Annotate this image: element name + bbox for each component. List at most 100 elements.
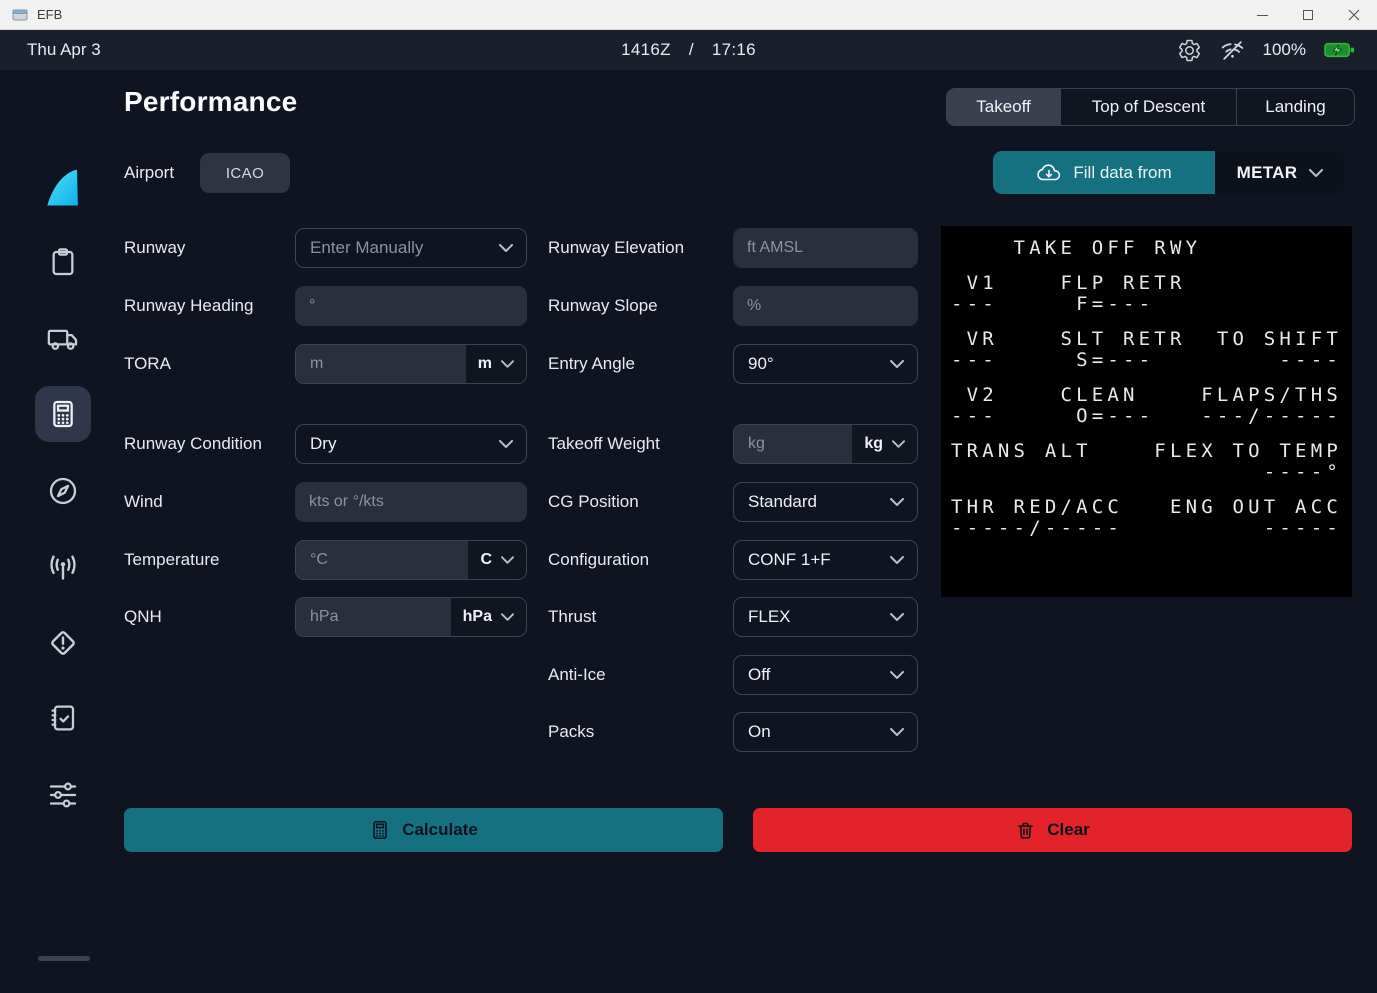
clear-label: Clear: [1047, 820, 1090, 840]
fill-data-label: Fill data from: [1073, 163, 1171, 183]
mcdu-line: --- O=--- ---/-----: [951, 406, 1342, 427]
mcdu-line: --- F=---: [951, 294, 1342, 315]
chevron-down-icon: [890, 613, 904, 621]
takeoff-weight-unit-dropdown[interactable]: kg: [852, 425, 917, 463]
anti-ice-select[interactable]: Off: [733, 655, 918, 695]
sidebar-divider: [38, 956, 90, 961]
qnh-input[interactable]: [296, 598, 451, 636]
temperature-unit-value: C: [480, 551, 492, 569]
runway-condition-value: Dry: [310, 434, 336, 454]
takeoff-weight-unit-value: kg: [864, 435, 883, 453]
chevron-down-icon: [501, 360, 514, 368]
sidebar-item-atc[interactable]: [35, 542, 91, 598]
field-label-thrust: Thrust: [548, 597, 596, 637]
runway-elevation-input[interactable]: [733, 228, 918, 268]
minimize-icon: [1257, 15, 1268, 16]
packs-select[interactable]: On: [733, 712, 918, 752]
field-label-runway-condition: Runway Condition: [124, 424, 262, 464]
takeoff-weight-input[interactable]: [734, 425, 852, 463]
qnh-unit-dropdown[interactable]: hPa: [451, 598, 526, 636]
configuration-value: CONF 1+F: [748, 550, 831, 570]
field-label-temperature: Temperature: [124, 540, 219, 580]
cg-position-select[interactable]: Standard: [733, 482, 918, 522]
cg-position-value: Standard: [748, 492, 817, 512]
mcdu-line: THR RED/ACC ENG OUT ACC: [951, 497, 1342, 518]
chevron-down-icon: [892, 440, 905, 448]
sidebar-item-settings[interactable]: [35, 980, 91, 993]
phase-tabs: Takeoff Top of Descent Landing: [946, 88, 1355, 126]
chevron-down-icon: [890, 360, 904, 368]
temperature-input[interactable]: [296, 541, 468, 579]
chevron-down-icon: [501, 556, 514, 564]
window-title: EFB: [37, 7, 62, 22]
wind-input[interactable]: [295, 482, 527, 522]
cloud-download-icon: [1036, 163, 1062, 183]
chevron-down-icon: [890, 671, 904, 679]
minimize-button[interactable]: [1239, 0, 1285, 30]
utc-time: 1416Z: [621, 40, 671, 59]
checklist-icon: [47, 702, 79, 734]
fill-data-source-dropdown[interactable]: METAR: [1215, 151, 1345, 194]
qnh-unit-value: hPa: [463, 608, 492, 626]
field-label-runway-elevation: Runway Elevation: [548, 228, 684, 268]
chevron-down-icon: [890, 498, 904, 506]
sidebar-item-navigation[interactable]: [35, 463, 91, 519]
mcdu-line: --- S=--- ----: [951, 350, 1342, 371]
tora-unit-dropdown[interactable]: m: [466, 345, 526, 383]
airport-icao-button[interactable]: ICAO: [200, 153, 290, 193]
maximize-icon: [1303, 10, 1313, 20]
field-label-runway-slope: Runway Slope: [548, 286, 658, 326]
status-clock: 1416Z/17:16: [0, 30, 1377, 70]
trash-icon: [1015, 820, 1036, 841]
mcdu-line: VR SLT RETR TO SHIFT: [951, 329, 1342, 350]
sidebar-item-checklists[interactable]: [35, 690, 91, 746]
sidebar-item-failures[interactable]: [35, 615, 91, 671]
chevron-down-icon: [890, 556, 904, 564]
tab-top-of-descent[interactable]: Top of Descent: [1060, 89, 1236, 125]
truck-icon: [46, 321, 80, 355]
runway-select[interactable]: Enter Manually: [295, 228, 527, 268]
tab-landing[interactable]: Landing: [1236, 89, 1354, 125]
runway-slope-input[interactable]: [733, 286, 918, 326]
runway-condition-select[interactable]: Dry: [295, 424, 527, 464]
clear-button[interactable]: Clear: [753, 808, 1352, 852]
efb-app-window: EFB Thu Apr 3 1416Z/17:16 100%: [0, 0, 1377, 993]
runway-select-value: Enter Manually: [310, 238, 423, 258]
anti-ice-value: Off: [748, 665, 770, 685]
antenna-icon: [46, 553, 80, 587]
field-label-configuration: Configuration: [548, 540, 649, 580]
tab-takeoff[interactable]: Takeoff: [947, 89, 1060, 125]
entry-angle-select[interactable]: 90°: [733, 344, 918, 384]
mcdu-line: -----/----- -----: [951, 518, 1342, 539]
settings-gear-icon[interactable]: [1177, 38, 1202, 63]
thrust-select[interactable]: FLEX: [733, 597, 918, 637]
sidebar-item-options[interactable]: [35, 767, 91, 823]
sidebar-item-flightplan[interactable]: [35, 234, 91, 290]
field-label-cg-position: CG Position: [548, 482, 639, 522]
sliders-icon: [46, 778, 80, 812]
tora-input[interactable]: [296, 345, 466, 383]
runway-heading-input[interactable]: [295, 286, 527, 326]
tora-control: m: [295, 344, 527, 384]
calculate-button[interactable]: Calculate: [124, 808, 723, 852]
temperature-unit-dropdown[interactable]: C: [468, 541, 526, 579]
clock-separator: /: [689, 40, 694, 59]
field-label-wind: Wind: [124, 482, 163, 522]
mcdu-line: TRANS ALT FLEX TO TEMP: [951, 441, 1342, 462]
sidebar-item-ground-services[interactable]: [35, 310, 91, 366]
wifi-off-icon: [1220, 38, 1245, 63]
compass-icon: [47, 475, 79, 507]
mcdu-line: TAKE OFF RWY: [951, 238, 1342, 259]
airport-label: Airport: [124, 153, 174, 193]
sidebar-item-performance[interactable]: [35, 386, 91, 442]
clipboard-icon: [47, 246, 79, 278]
mcdu-line: V1 FLP RETR: [951, 273, 1342, 294]
close-button[interactable]: [1331, 0, 1377, 30]
field-label-packs: Packs: [548, 712, 594, 752]
fill-data-control: Fill data from METAR: [993, 151, 1345, 194]
logo-fin-icon: [42, 166, 84, 210]
app-icon: [12, 8, 28, 22]
fill-data-button[interactable]: Fill data from: [993, 151, 1215, 194]
configuration-select[interactable]: CONF 1+F: [733, 540, 918, 580]
maximize-button[interactable]: [1285, 0, 1331, 30]
